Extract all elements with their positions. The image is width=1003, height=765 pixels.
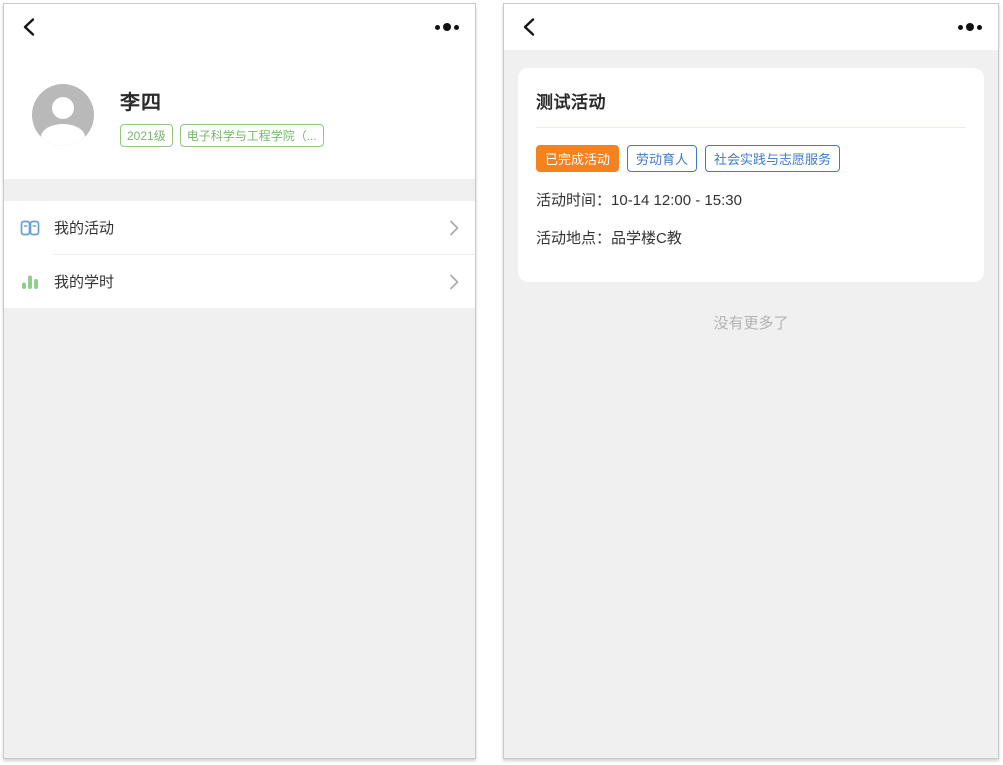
grade-badge: 2021级 [120, 124, 173, 147]
profile-info: 李四 2021级 电子科学与工程学院（... [120, 84, 324, 147]
field-label: 活动时间： [536, 192, 611, 209]
activity-title: 测试活动 [536, 88, 966, 113]
back-button[interactable] [520, 15, 544, 39]
back-chevron-icon [20, 17, 40, 37]
bar-chart-icon [20, 272, 40, 292]
activity-card[interactable]: 测试活动 已完成活动 劳动育人 社会实践与志愿服务 活动时间：10-14 12:… [518, 68, 984, 282]
activity-list: 测试活动 已完成活动 劳动育人 社会实践与志愿服务 活动时间：10-14 12:… [504, 50, 998, 758]
menu-item-label: 我的学时 [54, 271, 114, 292]
empty-background [4, 308, 475, 758]
dot-icon [966, 23, 974, 31]
dot-icon [977, 25, 982, 30]
menu-item-label: 我的活动 [54, 217, 114, 238]
field-label: 活动地点： [536, 230, 611, 247]
more-menu-button[interactable] [958, 19, 982, 35]
dot-icon [454, 25, 459, 30]
dot-icon [435, 25, 440, 30]
badge-row: 2021级 电子科学与工程学院（... [120, 124, 324, 147]
screenshot-stage: 李四 2021级 电子科学与工程学院（... 我的活动 [0, 0, 1003, 765]
tag-row: 已完成活动 劳动育人 社会实践与志愿服务 [536, 145, 966, 172]
avatar-body-shape [41, 124, 85, 146]
profile-screen: 李四 2021级 电子科学与工程学院（... 我的活动 [3, 3, 476, 759]
menu-list: 我的活动 我的学时 [4, 201, 475, 308]
profile-header: 李四 2021级 电子科学与工程学院（... [4, 50, 475, 179]
category-badge-volunteer: 社会实践与志愿服务 [705, 145, 840, 172]
book-icon [20, 218, 40, 238]
avatar-head-shape [52, 97, 74, 119]
section-gap [4, 179, 475, 201]
status-badge-completed: 已完成活动 [536, 145, 619, 172]
menu-item-my-hours[interactable]: 我的学时 [4, 255, 475, 308]
more-menu-button[interactable] [435, 19, 459, 35]
chevron-right-icon [449, 274, 459, 290]
chevron-right-icon [449, 220, 459, 236]
card-divider [536, 127, 966, 128]
activity-location-field: 活动地点：品学楼C教 [536, 227, 966, 248]
navbar-left [4, 4, 475, 50]
no-more-text: 没有更多了 [518, 312, 984, 333]
avatar[interactable] [32, 84, 94, 146]
navbar-right [504, 4, 998, 50]
back-button[interactable] [20, 15, 44, 39]
activity-screen: 测试活动 已完成活动 劳动育人 社会实践与志愿服务 活动时间：10-14 12:… [503, 3, 999, 759]
category-badge-labor: 劳动育人 [627, 145, 697, 172]
dot-icon [958, 25, 963, 30]
dot-icon [443, 23, 451, 31]
user-name: 李四 [120, 86, 324, 115]
field-value: 10-14 12:00 - 15:30 [611, 192, 742, 209]
activity-time-field: 活动时间：10-14 12:00 - 15:30 [536, 189, 966, 210]
back-chevron-icon [520, 17, 540, 37]
college-badge: 电子科学与工程学院（... [180, 124, 324, 147]
field-value: 品学楼C教 [611, 230, 682, 247]
menu-item-my-activities[interactable]: 我的活动 [4, 201, 475, 254]
